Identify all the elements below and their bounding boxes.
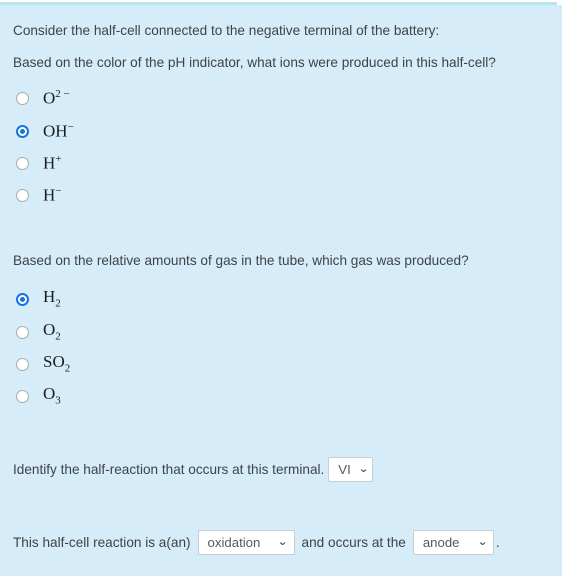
q2-option-2-label: SO2: [43, 352, 71, 375]
radio-button[interactable]: [16, 156, 29, 170]
half-reaction-select-value: VI: [338, 462, 351, 477]
q1-option-0-label: O2 −: [43, 88, 70, 108]
radio-button-selected[interactable]: [16, 124, 29, 138]
summary-text-after: .: [495, 535, 500, 550]
q2-option-0-label: H2: [43, 287, 61, 310]
summary-row: This half-cell reaction is a(an) oxidati…: [13, 530, 500, 555]
half-reaction-select[interactable]: VI ⌄: [328, 457, 374, 482]
electrode-select-value: anode: [422, 535, 460, 550]
q1-option-3[interactable]: H−: [16, 184, 62, 206]
half-reaction-row: Identify the half-reaction that occurs a…: [13, 457, 374, 482]
radio-button-selected[interactable]: [16, 292, 29, 306]
q1-option-1[interactable]: OH−: [16, 120, 74, 142]
summary-text-before: This half-cell reaction is a(an): [13, 535, 191, 550]
radio-button[interactable]: [16, 91, 29, 105]
question-1-text: Based on the color of the pH indicator, …: [13, 55, 496, 70]
radio-button[interactable]: [16, 325, 29, 339]
question-panel: Consider the half-cell connected to the …: [0, 0, 562, 576]
q2-option-3[interactable]: O3: [16, 385, 61, 407]
q2-option-0[interactable]: H2: [16, 288, 61, 310]
intro-text: Consider the half-cell connected to the …: [13, 23, 440, 38]
q1-option-1-label: OH−: [43, 121, 74, 141]
q2-option-1-label: O2: [43, 320, 61, 343]
question-2-text: Based on the relative amounts of gas in …: [13, 253, 469, 268]
question-content: Consider the half-cell connected to the …: [0, 5, 562, 576]
half-reaction-label: Identify the half-reaction that occurs a…: [13, 462, 325, 477]
q1-option-2[interactable]: H+: [16, 152, 62, 174]
reaction-type-select-value: oxidation: [207, 535, 261, 550]
chevron-down-icon: ⌄: [476, 536, 488, 548]
q2-option-1[interactable]: O2: [16, 321, 61, 343]
radio-button[interactable]: [16, 389, 29, 403]
summary-text-middle: and occurs at the: [301, 535, 406, 550]
q2-option-2[interactable]: SO2: [16, 353, 70, 375]
q2-option-3-label: O3: [43, 384, 61, 407]
radio-button[interactable]: [16, 188, 29, 202]
electrode-select[interactable]: anode ⌄: [412, 530, 494, 555]
q1-option-3-label: H−: [43, 185, 62, 205]
chevron-down-icon: ⌄: [277, 536, 289, 548]
chevron-down-icon: ⌄: [357, 463, 370, 475]
q1-option-0[interactable]: O2 −: [16, 87, 70, 109]
q1-option-2-label: H+: [43, 153, 62, 173]
reaction-type-select[interactable]: oxidation ⌄: [197, 530, 295, 555]
radio-button[interactable]: [16, 357, 29, 371]
